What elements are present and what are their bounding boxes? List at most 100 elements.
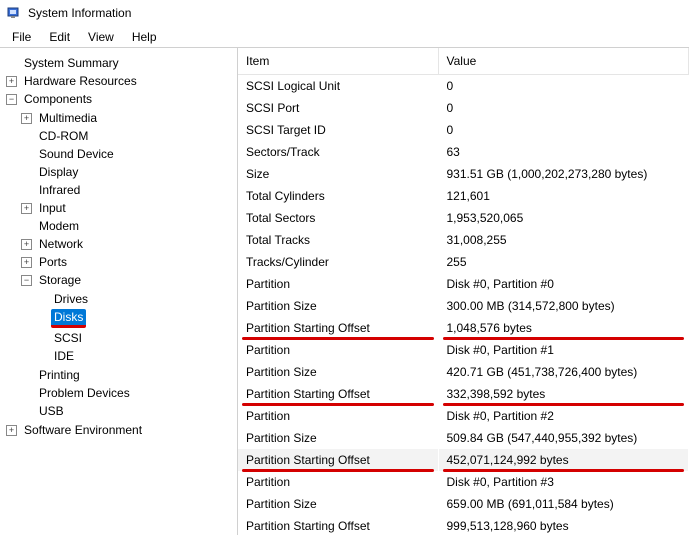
tree-modem[interactable]: Modem bbox=[36, 218, 82, 234]
details-table: Item Value SCSI Logical Unit0SCSI Port0S… bbox=[238, 48, 689, 535]
cell-value: 0 bbox=[438, 97, 689, 119]
cell-value: 0 bbox=[438, 119, 689, 141]
tree-components[interactable]: Components bbox=[21, 91, 95, 107]
cell-value: 999,513,128,960 bytes bbox=[438, 515, 689, 535]
menubar: File Edit View Help bbox=[0, 26, 689, 48]
cell-item: Tracks/Cylinder bbox=[238, 251, 438, 273]
cell-item: Partition Size bbox=[238, 427, 438, 449]
expander-icon[interactable]: + bbox=[21, 239, 32, 250]
menu-view[interactable]: View bbox=[80, 29, 122, 45]
cell-item: SCSI Port bbox=[238, 97, 438, 119]
cell-item: Partition Size bbox=[238, 295, 438, 317]
cell-item: Sectors/Track bbox=[238, 141, 438, 163]
cell-item: Partition Starting Offset bbox=[238, 383, 438, 405]
column-header-value[interactable]: Value bbox=[438, 48, 689, 75]
table-row[interactable]: Total Tracks31,008,255 bbox=[238, 229, 689, 251]
table-row[interactable]: Partition Starting Offset1,048,576 bytes bbox=[238, 317, 689, 339]
cell-item: Partition Starting Offset bbox=[238, 449, 438, 471]
cell-item: Partition Starting Offset bbox=[238, 317, 438, 339]
tree-input[interactable]: Input bbox=[36, 200, 69, 216]
tree-usb[interactable]: USB bbox=[36, 403, 67, 419]
table-row[interactable]: Partition Size300.00 MB (314,572,800 byt… bbox=[238, 295, 689, 317]
cell-value: 931.51 GB (1,000,202,273,280 bytes) bbox=[438, 163, 689, 185]
table-row[interactable]: Total Sectors1,953,520,065 bbox=[238, 207, 689, 229]
tree-hardware-resources[interactable]: Hardware Resources bbox=[21, 73, 140, 89]
tree-display[interactable]: Display bbox=[36, 164, 81, 180]
expander-icon[interactable]: − bbox=[21, 275, 32, 286]
column-header-item[interactable]: Item bbox=[238, 48, 438, 75]
table-row[interactable]: Sectors/Track63 bbox=[238, 141, 689, 163]
expander-icon[interactable]: + bbox=[21, 113, 32, 124]
cell-item: Total Cylinders bbox=[238, 185, 438, 207]
app-icon bbox=[6, 5, 22, 21]
tree-storage[interactable]: Storage bbox=[36, 272, 84, 288]
cell-value: 300.00 MB (314,572,800 bytes) bbox=[438, 295, 689, 317]
expander-icon[interactable]: + bbox=[6, 425, 17, 436]
cell-value: 0 bbox=[438, 75, 689, 97]
table-row[interactable]: Partition Size509.84 GB (547,440,955,392… bbox=[238, 427, 689, 449]
cell-item: Partition bbox=[238, 339, 438, 361]
table-row[interactable]: Partition Size659.00 MB (691,011,584 byt… bbox=[238, 493, 689, 515]
cell-value: 1,048,576 bytes bbox=[438, 317, 689, 339]
cell-item: Total Tracks bbox=[238, 229, 438, 251]
menu-edit[interactable]: Edit bbox=[41, 29, 78, 45]
table-row[interactable]: Partition Size420.71 GB (451,738,726,400… bbox=[238, 361, 689, 383]
tree-ports[interactable]: Ports bbox=[36, 254, 70, 270]
table-row[interactable]: PartitionDisk #0, Partition #0 bbox=[238, 273, 689, 295]
cell-item: Partition Size bbox=[238, 361, 438, 383]
tree-ide[interactable]: IDE bbox=[51, 348, 77, 364]
tree-sound-device[interactable]: Sound Device bbox=[36, 146, 117, 162]
cell-value: Disk #0, Partition #1 bbox=[438, 339, 689, 361]
tree-system-summary[interactable]: System Summary bbox=[21, 55, 122, 71]
tree-pane[interactable]: System Summary +Hardware Resources −Comp… bbox=[0, 48, 238, 535]
tree-disks[interactable]: Disks bbox=[51, 309, 86, 328]
expander-icon[interactable]: + bbox=[21, 203, 32, 214]
cell-item: Total Sectors bbox=[238, 207, 438, 229]
table-row[interactable]: Partition Starting Offset999,513,128,960… bbox=[238, 515, 689, 535]
table-row[interactable]: SCSI Port0 bbox=[238, 97, 689, 119]
table-row[interactable]: Partition Starting Offset332,398,592 byt… bbox=[238, 383, 689, 405]
cell-value: 1,953,520,065 bbox=[438, 207, 689, 229]
table-row[interactable]: SCSI Logical Unit0 bbox=[238, 75, 689, 97]
menu-file[interactable]: File bbox=[4, 29, 39, 45]
cell-item: SCSI Target ID bbox=[238, 119, 438, 141]
table-row[interactable]: PartitionDisk #0, Partition #1 bbox=[238, 339, 689, 361]
tree-problem-devices[interactable]: Problem Devices bbox=[36, 385, 133, 401]
cell-item: Partition Size bbox=[238, 493, 438, 515]
menu-help[interactable]: Help bbox=[124, 29, 165, 45]
cell-item: Partition bbox=[238, 405, 438, 427]
cell-item: Partition bbox=[238, 273, 438, 295]
cell-value: Disk #0, Partition #0 bbox=[438, 273, 689, 295]
cell-value: 121,601 bbox=[438, 185, 689, 207]
table-row[interactable]: Total Cylinders121,601 bbox=[238, 185, 689, 207]
cell-value: 255 bbox=[438, 251, 689, 273]
tree-printing[interactable]: Printing bbox=[36, 367, 83, 383]
tree-drives[interactable]: Drives bbox=[51, 291, 91, 307]
tree-multimedia[interactable]: Multimedia bbox=[36, 110, 100, 126]
cell-value: 420.71 GB (451,738,726,400 bytes) bbox=[438, 361, 689, 383]
table-row[interactable]: SCSI Target ID0 bbox=[238, 119, 689, 141]
expander-icon[interactable]: + bbox=[6, 76, 17, 87]
table-row[interactable]: PartitionDisk #0, Partition #2 bbox=[238, 405, 689, 427]
cell-item: SCSI Logical Unit bbox=[238, 75, 438, 97]
tree-cdrom[interactable]: CD-ROM bbox=[36, 128, 91, 144]
tree-software-environment[interactable]: Software Environment bbox=[21, 422, 145, 438]
titlebar: System Information bbox=[0, 0, 689, 26]
table-row[interactable]: Tracks/Cylinder255 bbox=[238, 251, 689, 273]
list-pane[interactable]: Item Value SCSI Logical Unit0SCSI Port0S… bbox=[238, 48, 689, 535]
cell-value: 63 bbox=[438, 141, 689, 163]
cell-item: Partition bbox=[238, 471, 438, 493]
table-row[interactable]: Partition Starting Offset452,071,124,992… bbox=[238, 449, 689, 471]
cell-value: 31,008,255 bbox=[438, 229, 689, 251]
tree-infrared[interactable]: Infrared bbox=[36, 182, 83, 198]
tree-network[interactable]: Network bbox=[36, 236, 86, 252]
cell-value: 509.84 GB (547,440,955,392 bytes) bbox=[438, 427, 689, 449]
tree-scsi[interactable]: SCSI bbox=[51, 330, 85, 346]
expander-icon[interactable]: + bbox=[21, 257, 32, 268]
table-row[interactable]: Size931.51 GB (1,000,202,273,280 bytes) bbox=[238, 163, 689, 185]
cell-item: Size bbox=[238, 163, 438, 185]
cell-value: Disk #0, Partition #2 bbox=[438, 405, 689, 427]
cell-value: 332,398,592 bytes bbox=[438, 383, 689, 405]
table-row[interactable]: PartitionDisk #0, Partition #3 bbox=[238, 471, 689, 493]
expander-icon[interactable]: − bbox=[6, 94, 17, 105]
